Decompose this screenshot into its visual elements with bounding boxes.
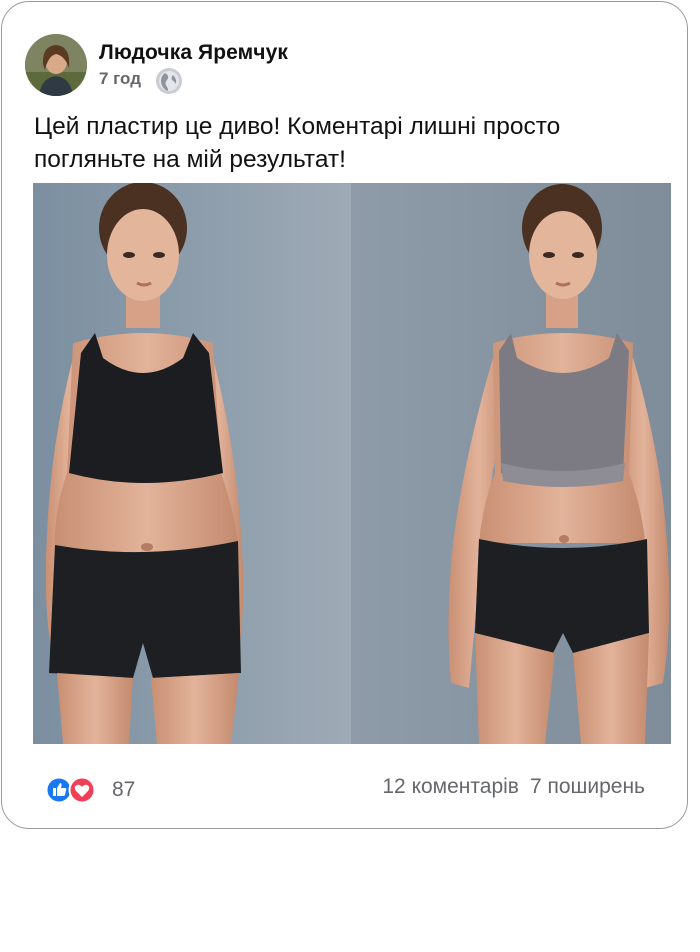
like-icon [45,776,73,804]
author-name[interactable]: Людочка Яремчук [99,41,288,65]
post-stats: 12 коментарів 7 поширень [382,775,645,799]
post-card: Людочка Яремчук 7 год Цей пластир це див… [1,1,688,829]
reaction-count[interactable]: 87 [112,778,135,802]
post-text: Цей пластир це диво! Коментарі лишні про… [34,113,561,173]
comments-count[interactable]: 12 коментарів [382,775,519,798]
reactions-summary[interactable] [45,776,106,804]
post-photo[interactable] [33,183,671,744]
avatar[interactable] [25,34,87,96]
love-icon [68,776,96,804]
shares-count[interactable]: 7 поширень [530,775,645,798]
post-time[interactable]: 7 год [99,69,141,89]
globe-icon [156,68,182,94]
